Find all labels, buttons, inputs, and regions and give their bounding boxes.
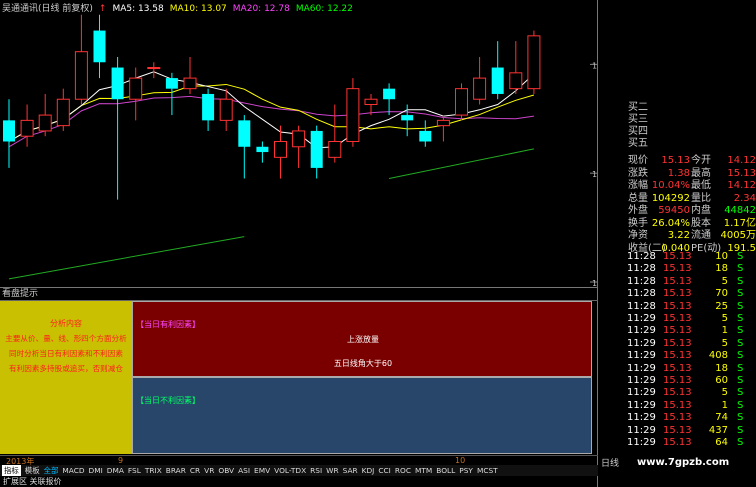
analysis-panel-title: 看盘提示 (0, 288, 598, 301)
bid-level-label: 买二 (628, 102, 648, 113)
indicator-tab[interactable]: DMI (89, 465, 103, 476)
ma60-line (8, 236, 245, 280)
candle-body (111, 67, 124, 100)
indicator-tab[interactable]: 模板 (25, 465, 40, 476)
indicator-tab[interactable]: VR (204, 465, 214, 476)
candle-body (147, 67, 161, 70)
candle-body (183, 77, 197, 90)
analysis-content-box: 分析内容 主要从价、量、线、形四个方面分析 同时分析当日有利因素和不利因素 有利… (0, 301, 132, 454)
analysis-line: 同时分析当日有利因素和不利因素 (9, 349, 123, 358)
unfavorable-factors-box: 【当日不利因素】 (132, 377, 592, 454)
bid-level-label: 买四 (628, 126, 648, 137)
trade-row: 11:29 15.13 64 S (625, 436, 756, 451)
candle-body (20, 119, 34, 137)
candle-body (527, 35, 541, 90)
panel-divider (597, 0, 598, 487)
timeline-axis: 2013年 9 10 (0, 455, 598, 466)
quote-panel: 买二 买三 买四 买五 现价 15.13 今开 14.12 涨跌 1.38 最高 15.13 涨幅 10.… (598, 102, 756, 254)
indicator-tab[interactable]: FSL (128, 465, 141, 476)
indicator-tab[interactable]: KDJ (362, 465, 375, 476)
candle-body (219, 98, 233, 121)
ma60-line (388, 148, 535, 179)
indicator-tab[interactable]: MACD (62, 465, 84, 476)
candle-body (129, 77, 143, 100)
trade-price: 15.13 (663, 437, 692, 448)
candle-body (38, 114, 52, 132)
indicator-tab[interactable]: 指标 (2, 465, 21, 476)
candle-body (401, 115, 414, 121)
analysis-line: 主要从价、量、线、形四个方面分析 (5, 334, 127, 343)
day-tab[interactable]: 日线 (601, 456, 619, 469)
candle-body (491, 67, 504, 94)
trade-volume: 64 (715, 437, 728, 448)
indicator-tab-bar: 指标 模板 全部 MACD DMI DMA FSL TRIX BRAR CR VR OBV ASI EMV… (0, 465, 598, 476)
candle-body (3, 120, 15, 142)
analysis-content-title: 分析内容 (50, 319, 82, 328)
candle-body (274, 140, 287, 158)
candle-body (310, 130, 323, 168)
candle-body (202, 93, 215, 121)
indicator-tab[interactable]: MCST (477, 465, 498, 476)
indicator-tab[interactable]: TRIX (145, 465, 162, 476)
indicator-tab[interactable]: PSY (459, 465, 473, 476)
favorable-factors-box: 【当日有利因素】 上涨放量 五日线角大于60 (132, 301, 592, 377)
trade-time: 11:29 (627, 437, 656, 448)
candle-body (346, 88, 360, 142)
candle-body (436, 119, 450, 127)
candle-body (93, 30, 106, 63)
indicator-tab[interactable]: ROC (395, 465, 411, 476)
candle-body (509, 72, 523, 90)
timeline-month: 10 (455, 456, 466, 465)
candlestick-chart[interactable]: 13.0812.0511.02 (0, 0, 598, 287)
indicator-tab[interactable]: EMV (254, 465, 270, 476)
favorable-item: 上涨放量 (347, 335, 379, 344)
indicator-tab[interactable]: RSI (310, 465, 322, 476)
unfavorable-label: 【当日不利因素】 (136, 396, 200, 405)
candle-body (238, 120, 251, 147)
indicator-tab[interactable]: BOLL (436, 465, 455, 476)
watermark-text: www.7gpzb.com (637, 457, 730, 468)
indicator-tab[interactable]: CR (190, 465, 200, 476)
indicator-tab[interactable]: CCI (378, 465, 391, 476)
candle-body (328, 140, 342, 158)
candle-body (165, 78, 178, 89)
indicator-tab[interactable]: ASI (238, 465, 250, 476)
indicator-tab[interactable]: VOL-TDX (274, 465, 306, 476)
candle-body (455, 88, 468, 116)
indicator-tab[interactable]: DMA (107, 465, 124, 476)
stock-terminal-window: 吴通通讯(日线 前复权) ↑ MA5: 13.58 MA10: 13.07 MA… (0, 0, 756, 487)
candle-body (364, 98, 378, 106)
indicator-tab[interactable]: OBV (218, 465, 234, 476)
analysis-line: 有利因素多持股或追买，否则减仓 (9, 364, 123, 373)
bid-level-label: 买三 (628, 114, 648, 125)
status-bar: 扩展区 关联报价 (3, 477, 62, 486)
bid-level-label: 买五 (628, 138, 648, 149)
candle-body (419, 130, 432, 142)
candle-body (256, 146, 269, 153)
indicator-tab[interactable]: 全部 (44, 465, 59, 476)
trade-side: S (737, 437, 744, 448)
indicator-tab[interactable]: BRAR (166, 465, 186, 476)
favorable-item: 五日线角大于60 (333, 359, 393, 368)
candle-body (74, 51, 88, 100)
candle-body (56, 98, 70, 127)
candle-body (292, 130, 306, 148)
indicator-tab[interactable]: SAR (343, 465, 358, 476)
indicator-tab[interactable]: MTM (415, 465, 432, 476)
candle-body (473, 77, 487, 100)
timeline-month: 9 (118, 456, 124, 465)
candle-body (383, 88, 396, 100)
indicator-tab[interactable]: WR (326, 465, 338, 476)
favorable-label: 【当日有利因素】 (136, 320, 200, 329)
